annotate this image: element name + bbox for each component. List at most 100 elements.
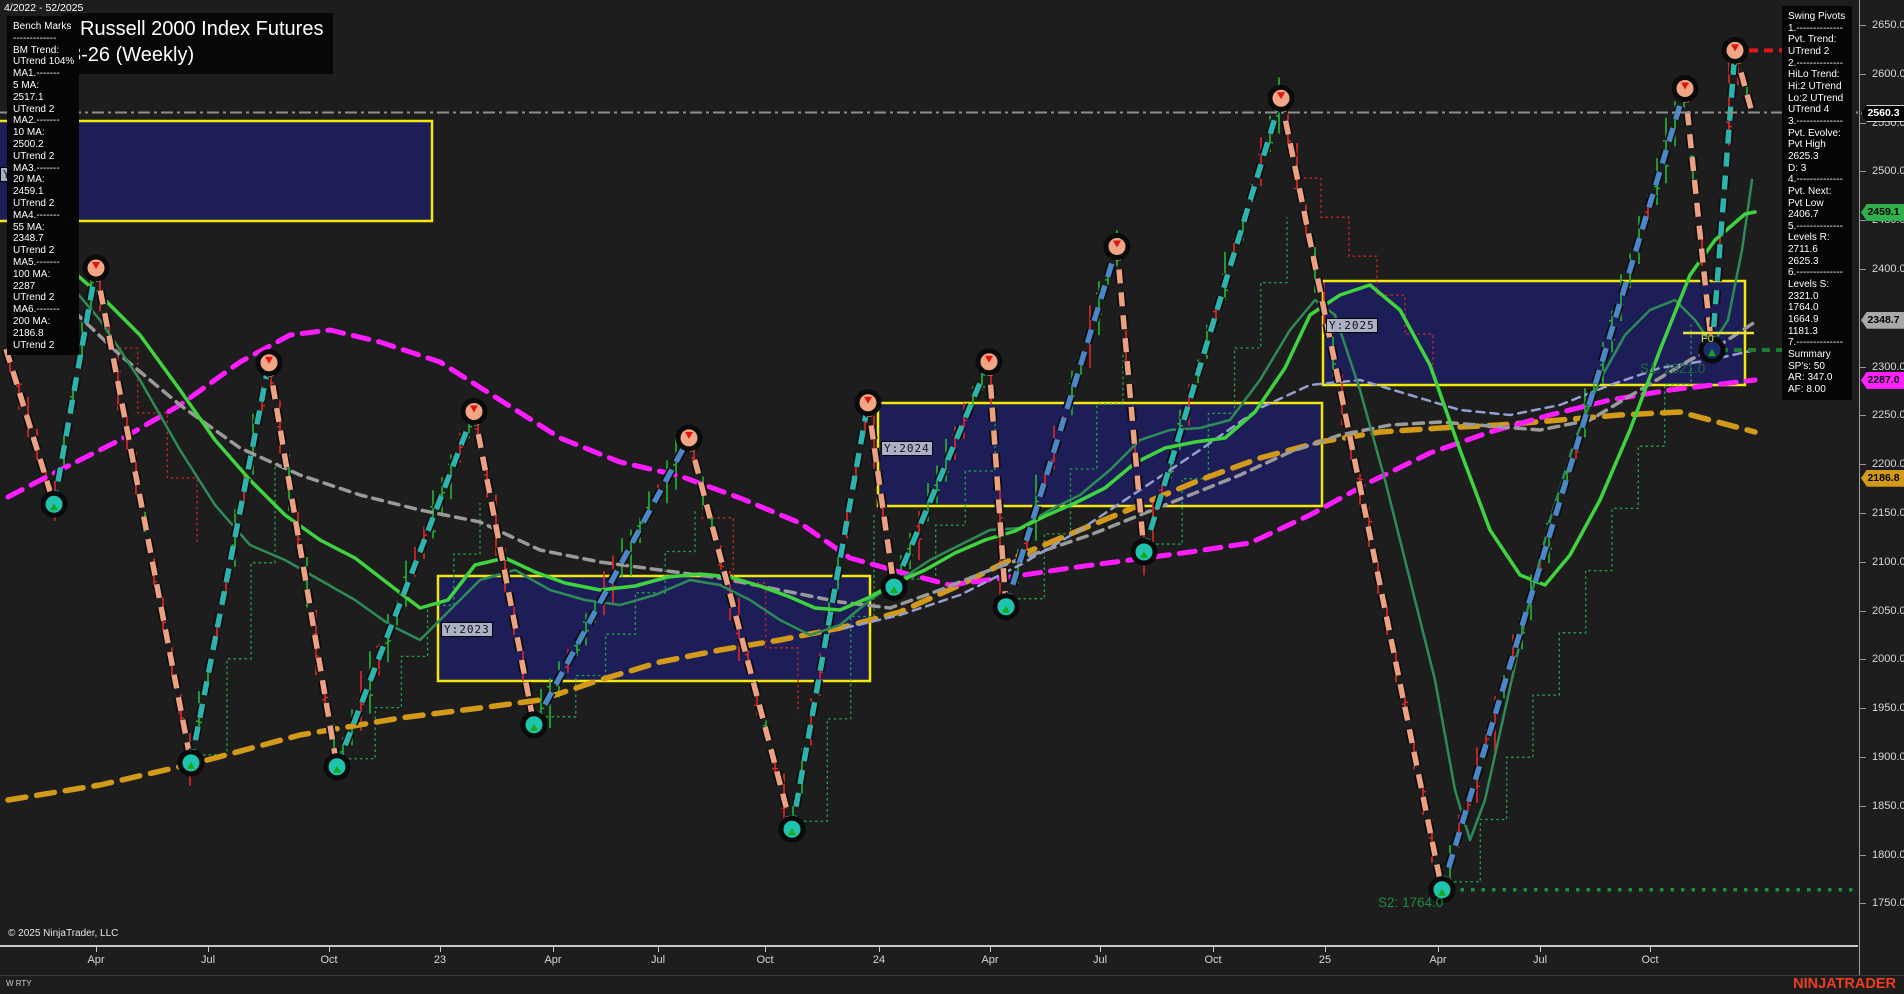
chart-title-block: i Russell 2000 Index Futures 3-26 (Weekl… [62, 13, 334, 74]
x-axis-tick [553, 946, 554, 952]
benchmarks-panel-line: 5 MA: [13, 79, 40, 91]
x-axis-line [0, 945, 1858, 947]
swing-pivots-panel-line: 7.-------------- [1788, 337, 1843, 349]
benchmarks-panel-line: 2500.2 [13, 138, 44, 150]
swing-pivots-panel-line: AR: 347.0 [1788, 372, 1833, 384]
x-axis-tick [1540, 946, 1541, 952]
y-axis-tick-label: 2650.0 [1872, 19, 1904, 31]
swing-pivots-panel-line: AF: 8.00 [1788, 384, 1826, 395]
visible-date-range: 4/2022 - 52/2025 [4, 2, 84, 14]
benchmarks-panel-line: 2517.1 [13, 91, 44, 103]
y-axis-tick [1860, 220, 1866, 222]
benchmarks-panel-line: BM Trend: [13, 44, 60, 56]
y-axis-tick-label: 2000.0 [1872, 653, 1904, 666]
y-axis-tick-label: 2150.0 [1872, 507, 1904, 519]
x-axis-tick [96, 946, 97, 952]
benchmarks-panel-line: 20 MA: [13, 174, 45, 186]
y-axis-tick-label: 1800.0 [1872, 848, 1904, 861]
x-axis-tick-label: Apr [1429, 954, 1447, 966]
y-axis-tick-label: 1950.0 [1872, 702, 1904, 715]
x-axis-tick [208, 946, 209, 952]
ninjatrader-chart-window: S2: 1764.0 S1: 2321.0 F0 4/2022 - 52/2025 … [0, 0, 1904, 994]
x-axis-tick-label: Oct [756, 954, 774, 966]
swing-pivots-panel-line: Levels S: [1788, 279, 1830, 291]
benchmarks-panel-line: 55 MA: [13, 221, 45, 233]
x-axis-tick [1213, 946, 1214, 952]
y-axis-tick [1860, 903, 1866, 905]
swing-pivots-panel-line: 1181.3 [1788, 325, 1818, 337]
y-axis-tick [1860, 122, 1866, 124]
y-axis-tick-label: 2400.0 [1872, 263, 1904, 275]
chart-canvas[interactable]: S2: 1764.0 S1: 2321.0 F0 [0, 0, 1904, 994]
y-axis-tick [1860, 171, 1866, 173]
year-label-Y-2023: Y:2023 [441, 622, 493, 637]
x-axis-tick-label: 24 [872, 954, 886, 966]
swing-pivots-panel-line: 2625.3 [1788, 255, 1819, 267]
y-axis-tick [1860, 73, 1866, 75]
benchmarks-panel-line: Bench Marks [13, 21, 72, 32]
swing-pivots-panel-line: 1764.0 [1788, 302, 1819, 314]
x-axis-tick-label: Jul [1532, 954, 1548, 966]
benchmarks-panel-line: 2186.8 [13, 327, 44, 339]
benchmarks-panel-line: MA1.------- [13, 68, 60, 80]
benchmarks-panel-line: MA3.------- [13, 162, 60, 174]
year-label-Y-2024: Y:2024 [881, 441, 933, 456]
ninjatrader-logo: NINJATRADER [1793, 976, 1896, 992]
swing-pivots-panel-line: Hi:2 UTrend [1788, 80, 1842, 92]
swing-pivots-panel-line: 5.-------------- [1788, 220, 1843, 232]
y-axis-tick [1860, 269, 1866, 270]
price-tag-2560.3: 2560.3 [1861, 105, 1904, 123]
swing-pivots-panel-line: 2625.3 [1788, 150, 1819, 162]
swing-pivots-panel-line: Summary [1788, 349, 1831, 361]
y-axis-tick [1860, 415, 1866, 417]
y-axis-tick [1860, 561, 1866, 563]
benchmarks-panel-line: MA6.------- [13, 304, 60, 316]
swing-pivots-panel-line: UTrend 2 [1788, 45, 1830, 57]
y-axis-tick-label: 2050.0 [1872, 604, 1904, 617]
swing-pivots-panel-line: 1664.9 [1788, 314, 1819, 326]
swing-pivots-panel-line: Pvt. Next: [1788, 185, 1832, 197]
swing-pivots-panel-line: 4.-------------- [1788, 174, 1843, 186]
y-axis-tick-label: 2200.0 [1872, 458, 1904, 471]
swing-line-down [3, 348, 57, 506]
benchmarks-panel-line: ------------- [13, 32, 57, 44]
x-axis-tick-label: Jul [1092, 954, 1108, 966]
x-axis-tick-label: Oct [1641, 954, 1659, 966]
swing-pivots-panel-line: 2321.0 [1788, 290, 1819, 302]
benchmarks-panel-line: 2287 [13, 280, 36, 292]
x-axis-tick [1100, 946, 1101, 952]
x-axis-tick [879, 946, 880, 952]
price-tag-2287.0: 2287.0 [1861, 371, 1904, 389]
swing-pivots-panel-line: Pvt High [1788, 139, 1826, 151]
benchmarks-panel-line: UTrend 2 [13, 103, 55, 115]
s1-label: S1: 2321.0 [1640, 361, 1705, 376]
y-axis-tick [1860, 610, 1866, 612]
benchmarks-panel-line: MA2.------- [13, 115, 60, 127]
chart-title-line1: i Russell 2000 Index Futures [70, 18, 324, 40]
benchmarks-panel-line: 100 MA: [13, 268, 51, 280]
price-tag-2348.7: 2348.7 [1861, 311, 1904, 329]
y-axis-tick [1860, 854, 1866, 856]
y-axis-tick [1860, 708, 1866, 710]
x-axis-tick-label: Apr [544, 954, 562, 966]
copyright-text: © 2025 NinjaTrader, LLC [8, 928, 119, 939]
s2-label: S2: 1764.0 [1378, 895, 1443, 910]
ma-10-line [60, 178, 1754, 842]
y-axis-tick [1860, 25, 1866, 26]
x-axis-tick [440, 946, 441, 952]
x-axis-tick-label: Jul [200, 954, 216, 966]
swing-pivots-panel-line: D: 3 [1788, 162, 1807, 174]
swing-pivots-panel-line: Lo:2 UTrend [1788, 92, 1844, 104]
y-axis-tick-label: 2500.0 [1872, 165, 1904, 178]
x-axis-tick-label: Apr [981, 954, 999, 966]
swing-pivots-panel-line: Pvt. Trend: [1788, 34, 1837, 46]
y-axis-tick-label: 2100.0 [1872, 555, 1904, 568]
swing-pivots-panel-line: 6.-------------- [1788, 267, 1843, 279]
y-axis-tick [1860, 513, 1866, 514]
y-axis-tick-label: 1850.0 [1872, 799, 1904, 812]
price-tag-2186.8: 2186.8 [1861, 469, 1904, 487]
x-axis-tick [765, 946, 766, 952]
x-axis-tick [1438, 946, 1439, 952]
y-axis-tick [1860, 464, 1866, 466]
y-axis-tick-label: 2600.0 [1872, 67, 1904, 80]
